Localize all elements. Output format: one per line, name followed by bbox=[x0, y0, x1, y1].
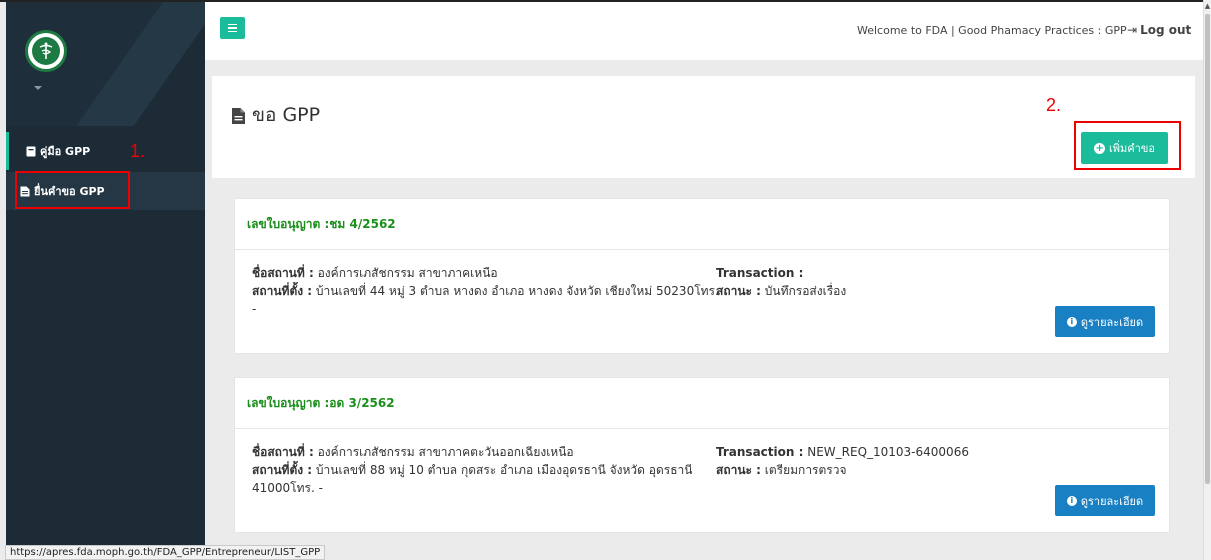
page-title: ขอ GPP bbox=[232, 100, 320, 130]
view-details-button[interactable]: i ดูรายละเอียด bbox=[1055, 485, 1155, 516]
sidebar-item-guide[interactable]: คู่มือ GPP bbox=[6, 132, 205, 170]
annotation-step-2: 2. bbox=[1046, 95, 1062, 115]
status: สถานะ : บันทึกรอส่งเรื่อง bbox=[716, 284, 847, 298]
hamburger-icon bbox=[228, 23, 237, 26]
page-scrollbar[interactable]: ▲ bbox=[1203, 0, 1211, 560]
document-icon bbox=[232, 107, 245, 124]
view-details-label: ดูรายละเอียด bbox=[1080, 494, 1144, 508]
browser-status-url: https://apres.fda.moph.go.th/FDA_GPP/Ent… bbox=[5, 545, 326, 560]
info-icon: i bbox=[1066, 316, 1077, 327]
place-address: สถานที่ตั้ง : บ้านเลขที่ 88 หมู่ 10 ตำบล… bbox=[252, 463, 693, 495]
license-number: เลขใบอนุญาต :อด 3/2562 bbox=[235, 378, 1169, 429]
menu-toggle-button[interactable] bbox=[220, 17, 245, 39]
top-bar: Welcome to FDA | Good Phamacy Practices … bbox=[205, 2, 1203, 60]
status: สถานะ : เตรียมการตรวจ bbox=[716, 463, 847, 477]
annotation-step-1: 1. bbox=[130, 141, 146, 161]
sign-out-icon: ⇥ bbox=[1127, 23, 1138, 37]
place-address: สถานที่ตั้ง : บ้านเลขที่ 44 หมู่ 3 ตำบล … bbox=[252, 284, 719, 316]
transaction: Transaction : NEW_REQ_10103-6400066 bbox=[716, 445, 969, 459]
scrollbar-thumb[interactable] bbox=[1205, 14, 1210, 484]
sidebar-header bbox=[6, 2, 205, 126]
highlight-box-submit bbox=[15, 171, 130, 209]
place-name: ชื่อสถานที่ : องค์การเภสัชกรรม สาขาภาคเห… bbox=[252, 266, 498, 280]
transaction: Transaction : bbox=[716, 266, 804, 280]
sidebar-item-label: คู่มือ GPP bbox=[40, 145, 91, 158]
book-icon bbox=[26, 146, 36, 157]
caduceus-icon bbox=[32, 37, 60, 65]
card-body: ชื่อสถานที่ : องค์การเภสัชกรรม สาขาภาคเห… bbox=[235, 250, 1169, 354]
fda-logo[interactable] bbox=[25, 30, 67, 72]
view-details-label: ดูรายละเอียด bbox=[1080, 315, 1144, 329]
highlight-box-add bbox=[1074, 121, 1181, 170]
scroll-up-icon[interactable]: ▲ bbox=[1204, 2, 1211, 10]
view-details-button[interactable]: i ดูรายละเอียด bbox=[1055, 306, 1155, 337]
license-card: เลขใบอนุญาต :อด 3/2562 ชื่อสถานที่ : องค… bbox=[234, 377, 1170, 533]
license-number: เลขใบอนุญาต :ชม 4/2562 bbox=[235, 199, 1169, 250]
page-header-panel: ขอ GPP + เพิ่มคำขอ bbox=[212, 76, 1195, 178]
place-name: ชื่อสถานที่ : องค์การเภสัชกรรม สาขาภาคตะ… bbox=[252, 445, 574, 459]
logout-label: Log out bbox=[1140, 23, 1192, 37]
info-icon: i bbox=[1066, 495, 1077, 506]
logout-link[interactable]: ⇥ Log out bbox=[1127, 23, 1191, 37]
page-title-text: ขอ GPP bbox=[252, 104, 321, 126]
user-menu-caret-icon[interactable] bbox=[34, 86, 42, 90]
sidebar: คู่มือ GPP ยื่นคำขอ GPP bbox=[6, 2, 205, 560]
license-card: เลขใบอนุญาต :ชม 4/2562 ชื่อสถานที่ : องค… bbox=[234, 198, 1170, 354]
welcome-text: Welcome to FDA | Good Phamacy Practices … bbox=[857, 24, 1127, 37]
card-body: ชื่อสถานที่ : องค์การเภสัชกรรม สาขาภาคตะ… bbox=[235, 429, 1169, 533]
